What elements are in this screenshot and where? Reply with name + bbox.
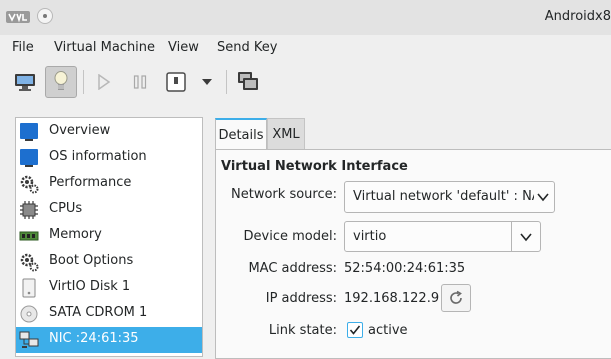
- ip-address-value: 192.168.122.9: [344, 291, 440, 306]
- device-item-label: CPUs: [49, 201, 83, 216]
- network-source-label: Network source:: [231, 187, 337, 202]
- monitor-icon: [20, 149, 38, 167]
- link-state-label: Link state:: [268, 323, 337, 338]
- device-list: Overview OS information Performance CPUs…: [15, 117, 203, 357]
- toolbar: [0, 62, 611, 106]
- shutdown-menu-button[interactable]: [192, 66, 222, 98]
- network-icon: [19, 331, 39, 348]
- device-item-performance[interactable]: Performance: [16, 171, 202, 197]
- device-item-os-information[interactable]: OS information: [16, 145, 202, 171]
- tab-label: Details: [218, 128, 264, 143]
- link-state-value: active: [368, 323, 408, 338]
- device-model-label: Device model:: [243, 229, 337, 244]
- show-console-button[interactable]: [9, 66, 41, 98]
- menu-view[interactable]: View: [168, 40, 199, 55]
- toolbar-separator: [226, 70, 227, 94]
- mac-address-value: 52:54:00:24:61:35: [344, 261, 466, 276]
- device-item-boot-options[interactable]: Boot Options: [16, 249, 202, 275]
- virt-manager-logo-icon: [6, 11, 30, 23]
- power-icon: [166, 72, 186, 92]
- cdrom-icon: [20, 305, 38, 323]
- menu-bar: File Virtual Machine View Send Key: [0, 36, 611, 61]
- device-item-overview[interactable]: Overview: [16, 119, 202, 145]
- device-item-nic[interactable]: NIC :24:61:35: [16, 327, 202, 353]
- menu-send-key[interactable]: Send Key: [217, 40, 277, 55]
- gear-icon: [20, 175, 39, 194]
- device-item-label: Overview: [49, 123, 111, 138]
- pause-icon: [133, 75, 147, 89]
- tab-xml[interactable]: XML: [267, 118, 305, 150]
- ip-address-label: IP address:: [265, 291, 337, 306]
- device-model-value: virtio: [353, 229, 387, 244]
- device-item-label: Boot Options: [49, 253, 134, 268]
- device-item-sata-cdrom-1[interactable]: SATA CDROM 1: [16, 301, 202, 327]
- monitor-icon: [20, 123, 38, 141]
- lightbulb-icon: [54, 71, 68, 90]
- fullscreen-button[interactable]: [232, 66, 264, 98]
- device-item-label: SATA CDROM 1: [49, 305, 148, 320]
- device-model-input[interactable]: virtio: [344, 221, 512, 252]
- mac-address-label: MAC address:: [248, 261, 337, 276]
- device-item-label: NIC :24:61:35: [49, 331, 139, 346]
- network-source-combo[interactable]: Virtual network 'default' : NAT: [344, 181, 555, 213]
- dropdown-arrow-icon: [202, 79, 212, 85]
- device-item-cpus[interactable]: CPUs: [16, 197, 202, 223]
- checkmark-icon: [349, 325, 361, 335]
- tab-label: XML: [272, 127, 300, 142]
- section-title: Virtual Network Interface: [221, 159, 408, 174]
- toolbar-separator: [83, 70, 84, 94]
- window-title: Androidx8: [544, 9, 611, 24]
- gear-icon: [20, 253, 39, 272]
- link-state-checkbox[interactable]: [347, 322, 363, 338]
- memory-icon: [19, 231, 39, 241]
- network-source-value: Virtual network 'default' : NAT: [353, 189, 534, 204]
- window-menu-button[interactable]: [37, 8, 53, 24]
- device-item-virtio-disk-1[interactable]: VirtIO Disk 1: [16, 275, 202, 301]
- menu-file[interactable]: File: [12, 40, 34, 55]
- show-details-button[interactable]: [45, 66, 77, 98]
- screenshot-icon: [238, 72, 258, 90]
- device-item-label: OS information: [49, 149, 147, 164]
- chevron-down-icon: [537, 193, 549, 202]
- shutdown-button[interactable]: [160, 66, 192, 98]
- refresh-icon: [450, 290, 462, 304]
- title-bar: Androidx8: [0, 0, 611, 35]
- run-button[interactable]: [88, 66, 120, 98]
- device-item-label: Performance: [49, 175, 132, 190]
- monitor-icon: [15, 74, 35, 91]
- device-item-label: Memory: [49, 227, 102, 242]
- pause-button[interactable]: [124, 66, 156, 98]
- tab-details[interactable]: Details: [215, 118, 267, 150]
- chevron-down-icon: [520, 233, 532, 242]
- play-icon: [98, 74, 111, 90]
- device-model-dropdown-button[interactable]: [511, 221, 541, 252]
- menu-virtual-machine[interactable]: Virtual Machine: [54, 40, 155, 55]
- device-item-label: VirtIO Disk 1: [49, 279, 131, 294]
- disk-icon: [22, 278, 36, 298]
- refresh-ip-button[interactable]: [441, 284, 471, 312]
- cpu-icon: [20, 201, 38, 219]
- device-item-memory[interactable]: Memory: [16, 223, 202, 249]
